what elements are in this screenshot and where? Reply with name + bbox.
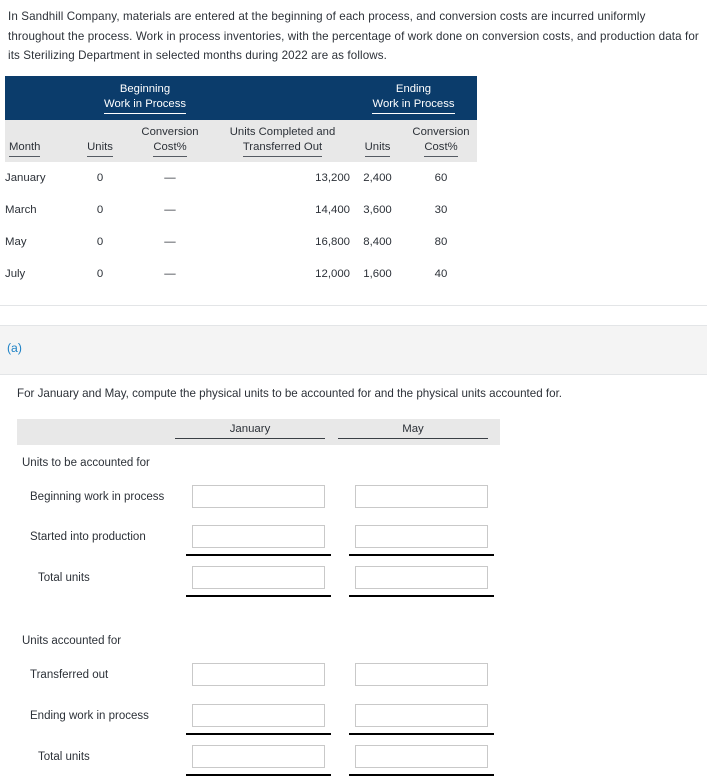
total-rule-january-bottom-2 (186, 774, 331, 776)
cell-transferred-out: 14,400 (215, 194, 350, 226)
column-header-transferred-out: Units Completed and Transferred Out (215, 120, 350, 162)
row-label-transferred-out: Transferred out (30, 669, 109, 681)
group-header-beginning-wip: Beginning Work in Process (75, 76, 215, 120)
column-header-ewip-units: Units (350, 120, 405, 162)
cell-month: May (5, 226, 75, 258)
column-header-bwip-conv-line2: Cost% (153, 140, 187, 157)
input-started-into-production-january[interactable] (192, 525, 325, 548)
input-transferred-out-january[interactable] (192, 663, 325, 686)
row-label-ending-work-in-process: Ending work in process (30, 710, 149, 722)
subtotal-rule-may-top (349, 554, 494, 556)
column-header-transferred-line1: Units Completed and (229, 126, 336, 138)
cell-ewip-units: 3,600 (350, 194, 405, 226)
column-header-bwip-units-line2: Units (87, 140, 113, 157)
exercise-page: In Sandhill Company, materials are enter… (0, 0, 707, 779)
form-column-header-may-label: May (338, 423, 488, 439)
production-data-table: Beginning Work in Process Ending Work in… (5, 76, 477, 290)
input-ending-wip-january[interactable] (192, 704, 325, 727)
cell-ewip-conversion: 60 (405, 162, 477, 194)
form-column-header-may: May (338, 423, 488, 439)
cell-bwip-conversion: — (125, 226, 215, 258)
column-header-bwip-conversion: Conversion Cost% (125, 120, 215, 162)
cell-bwip-conversion: — (125, 194, 215, 226)
section-title-units-to-be-accounted-for: Units to be accounted for (22, 457, 150, 469)
cell-ewip-conversion: 30 (405, 194, 477, 226)
input-started-into-production-may[interactable] (355, 525, 488, 548)
cell-ewip-conversion: 40 (405, 258, 477, 290)
cell-bwip-conversion: — (125, 258, 215, 290)
section-title-units-accounted-for: Units accounted for (22, 635, 122, 647)
cell-transferred-out: 13,200 (215, 162, 350, 194)
cell-ewip-units: 8,400 (350, 226, 405, 258)
group-header-ending-wip: Ending Work in Process (350, 76, 477, 120)
total-rule-january-bottom (186, 595, 331, 597)
column-header-month: Month (5, 120, 75, 162)
cell-transferred-out: 16,800 (215, 226, 350, 258)
row-label-total-units-section-2: Total units (38, 751, 90, 763)
group-header-beginning-line1: Beginning (119, 83, 171, 95)
cell-bwip-units: 0 (75, 194, 125, 226)
cell-month: January (5, 162, 75, 194)
group-header-beginning-line2: Work in Process (103, 97, 187, 114)
group-header-ending-line1: Ending (395, 83, 432, 95)
column-header-month-line2: Month (9, 140, 41, 157)
table-row: July 0 — 12,000 1,600 40 (5, 258, 477, 290)
input-total-units-accounted-january[interactable] (192, 745, 325, 768)
subtotal-rule-january-top-2 (186, 733, 331, 735)
group-header-spacer-left (5, 76, 75, 120)
form-column-header-january: January (175, 423, 325, 439)
row-label-total-units-section-1: Total units (38, 572, 90, 584)
group-header-ending-line2: Work in Process (372, 97, 455, 114)
column-header-bwip-units: Units (75, 120, 125, 162)
input-total-units-to-be-accounted-january[interactable] (192, 566, 325, 589)
input-ending-wip-may[interactable] (355, 704, 488, 727)
cell-transferred-out: 12,000 (215, 258, 350, 290)
cell-ewip-units: 2,400 (350, 162, 405, 194)
group-header-spacer-mid (215, 76, 350, 120)
cell-bwip-conversion: — (125, 162, 215, 194)
cell-bwip-units: 0 (75, 162, 125, 194)
column-header-ewip-units-line2: Units (364, 140, 391, 157)
row-label-beginning-work-in-process: Beginning work in process (30, 491, 165, 503)
cell-bwip-units: 0 (75, 226, 125, 258)
question-text: For January and May, compute the physica… (17, 387, 563, 400)
intro-paragraph: In Sandhill Company, materials are enter… (8, 10, 699, 62)
column-header-transferred-line2: Transferred Out (242, 140, 323, 157)
input-beginning-wip-may[interactable] (355, 485, 488, 508)
input-total-units-accounted-may[interactable] (355, 745, 488, 768)
part-banner (0, 326, 707, 374)
table-row: March 0 — 14,400 3,600 30 (5, 194, 477, 226)
input-transferred-out-may[interactable] (355, 663, 488, 686)
table-group-header-row: Beginning Work in Process Ending Work in… (5, 76, 477, 120)
cell-ewip-conversion: 80 (405, 226, 477, 258)
section-divider-top (0, 305, 707, 306)
subtotal-rule-may-top-2 (349, 733, 494, 735)
total-rule-may-bottom (349, 595, 494, 597)
row-label-started-into-production: Started into production (30, 531, 146, 543)
table-column-header-row: Month Units Conversion Cost% Units Compl… (5, 120, 477, 162)
subtotal-rule-january-top (186, 554, 331, 556)
column-header-ewip-conv-line1: Conversion (412, 126, 470, 138)
table-row: May 0 — 16,800 8,400 80 (5, 226, 477, 258)
column-header-ewip-conversion: Conversion Cost% (405, 120, 477, 162)
cell-month: March (5, 194, 75, 226)
form-column-header-january-label: January (175, 423, 325, 439)
column-header-ewip-conv-line2: Cost% (424, 140, 458, 157)
section-divider-banner-bottom (0, 374, 707, 375)
input-beginning-wip-january[interactable] (192, 485, 325, 508)
column-header-bwip-conv-line1: Conversion (141, 126, 199, 138)
cell-bwip-units: 0 (75, 258, 125, 290)
cell-ewip-units: 1,600 (350, 258, 405, 290)
input-total-units-to-be-accounted-may[interactable] (355, 566, 488, 589)
cell-month: July (5, 258, 75, 290)
total-rule-may-bottom-2 (349, 774, 494, 776)
part-label: (a) (7, 341, 22, 355)
table-row: January 0 — 13,200 2,400 60 (5, 162, 477, 194)
